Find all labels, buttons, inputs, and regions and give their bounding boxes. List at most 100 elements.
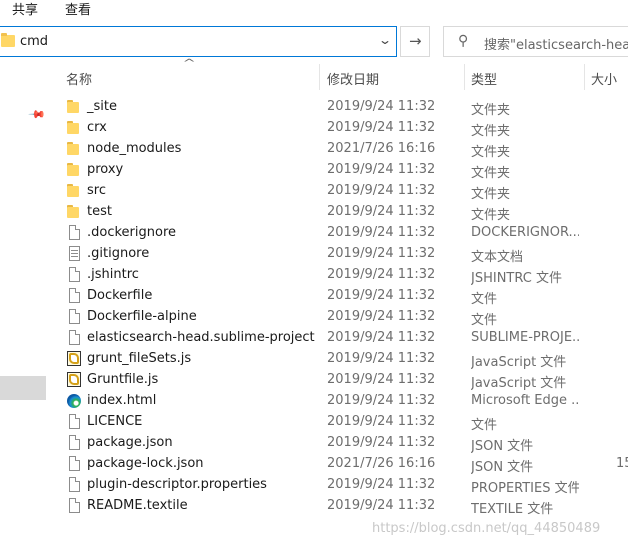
column-divider[interactable] <box>319 64 320 90</box>
file-row[interactable]: proxy 2019/9/24 11:32 文件夹 <box>46 159 628 181</box>
file-row[interactable]: package-lock.json 2021/7/26 16:16 JSON 文件 1… <box>46 453 628 475</box>
file-date: 2019/9/24 11:32 <box>327 351 436 366</box>
go-button[interactable]: → <box>400 26 430 57</box>
file-type: JavaScript 文件 <box>471 355 567 370</box>
ribbon-tab-view[interactable]: 查看 <box>65 0 91 18</box>
file-date: 2019/9/24 11:32 <box>327 267 436 282</box>
file-type: PROPERTIES 文件 <box>471 481 579 496</box>
file-name: .gitignore <box>87 246 150 261</box>
file-type: 文件夹 <box>471 124 511 139</box>
folder-icon <box>66 99 82 115</box>
file-name: Dockerfile-alpine <box>87 309 197 324</box>
file-size: 15 <box>616 456 628 471</box>
file-row[interactable]: .jshintrc 2019/9/24 11:32 JSHINTRC 文件 <box>46 264 628 286</box>
file-date: 2019/9/24 11:32 <box>327 99 436 114</box>
file-name: proxy <box>87 162 124 177</box>
file-row[interactable]: Dockerfile 2019/9/24 11:32 文件 <box>46 285 628 307</box>
file-date: 2019/9/24 11:32 <box>327 225 436 240</box>
file-name: crx <box>87 120 107 135</box>
file-row[interactable]: src 2019/9/24 11:32 文件夹 <box>46 180 628 202</box>
column-type[interactable]: 类型 <box>471 69 497 88</box>
file-row[interactable]: elasticsearch-head.sublime-project 2019/9… <box>46 327 628 348</box>
column-header: ^ 名称 修改日期 类型 大小 <box>46 58 628 92</box>
search-box[interactable]: ⚲ 搜索"elasticsearch-head-m <box>443 26 628 57</box>
file-icon <box>66 477 82 493</box>
file-date: 2019/9/24 11:32 <box>327 477 436 492</box>
file-row[interactable]: plugin-descriptor.properties 2019/9/24 11… <box>46 474 628 496</box>
file-date: 2019/9/24 11:32 <box>327 330 436 345</box>
folder-icon <box>66 183 82 199</box>
file-date: 2019/9/24 11:32 <box>327 162 436 177</box>
address-bar[interactable]: cmd ⌄ <box>0 26 397 57</box>
column-size[interactable]: 大小 <box>591 69 617 88</box>
file-date: 2021/7/26 16:16 <box>327 456 436 471</box>
file-name: package.json <box>87 435 173 450</box>
folder-icon <box>66 204 82 220</box>
file-name: .dockerignore <box>87 225 177 240</box>
file-name: src <box>87 183 106 198</box>
file-name: _site <box>87 99 117 114</box>
file-type: JSON 文件 <box>471 460 534 475</box>
column-divider[interactable] <box>584 64 585 90</box>
file-name: test <box>87 204 112 219</box>
file-row[interactable]: _site 2019/9/24 11:32 文件夹 <box>46 96 628 118</box>
nav-selected-item[interactable] <box>0 376 46 400</box>
pin-icon[interactable]: 📌 <box>27 105 46 124</box>
file-icon <box>66 288 82 304</box>
file-type: 文件 <box>471 313 498 328</box>
search-placeholder: 搜索"elasticsearch-head-m <box>484 38 628 53</box>
file-type: 文件 <box>471 292 498 307</box>
file-row[interactable]: Dockerfile-alpine 2019/9/24 11:32 文件 <box>46 306 628 328</box>
file-date: 2019/9/24 11:32 <box>327 246 436 261</box>
ribbon-tab-share[interactable]: 共享 <box>12 0 38 18</box>
file-date: 2019/9/24 11:32 <box>327 288 436 303</box>
folder-icon <box>66 141 82 157</box>
file-name: Dockerfile <box>87 288 153 303</box>
file-name: .jshintrc <box>87 267 139 282</box>
file-name: grunt_fileSets.js <box>87 351 192 366</box>
file-name: node_modules <box>87 141 182 156</box>
file-name: README.textile <box>87 498 188 513</box>
file-date: 2019/9/24 11:32 <box>327 372 436 387</box>
file-row[interactable]: .gitignore 2019/9/24 11:32 文本文档 <box>46 243 628 265</box>
column-name[interactable]: 名称 <box>66 69 92 88</box>
file-row[interactable]: package.json 2019/9/24 11:32 JSON 文件 <box>46 432 628 454</box>
arrow-right-icon: → <box>409 32 422 50</box>
chevron-down-icon[interactable]: ⌄ <box>378 33 392 47</box>
file-icon <box>66 414 82 430</box>
file-row[interactable]: crx 2019/9/24 11:32 文件夹 <box>46 117 628 139</box>
file-row[interactable]: README.textile 2019/9/24 11:32 TEXTILE 文件 <box>46 495 628 517</box>
file-type: 文本文档 <box>471 250 524 265</box>
file-icon <box>66 267 82 283</box>
column-divider[interactable] <box>464 64 465 90</box>
file-date: 2019/9/24 11:32 <box>327 435 436 450</box>
file-date: 2019/9/24 11:32 <box>327 414 436 429</box>
file-row[interactable]: test 2019/9/24 11:32 文件夹 <box>46 201 628 223</box>
file-name: plugin-descriptor.properties <box>87 477 267 492</box>
file-icon <box>66 435 82 451</box>
file-row[interactable]: grunt_fileSets.js 2019/9/24 11:32 JavaScri… <box>46 348 628 370</box>
file-type: 文件 <box>471 418 498 433</box>
search-icon: ⚲ <box>458 33 469 49</box>
address-path: cmd <box>20 34 49 49</box>
javascript-file-icon <box>66 372 82 388</box>
folder-icon <box>66 162 82 178</box>
file-row[interactable]: node_modules 2021/7/26 16:16 文件夹 <box>46 138 628 160</box>
text-file-icon <box>66 246 82 262</box>
file-row[interactable]: index.html 2019/9/24 11:32 Microsoft Edge … <box>46 390 628 411</box>
file-row[interactable]: Gruntfile.js 2019/9/24 11:32 JavaScript 文件 <box>46 369 628 391</box>
file-type: JSHINTRC 文件 <box>471 271 562 286</box>
column-date[interactable]: 修改日期 <box>327 69 379 88</box>
folder-icon <box>1 33 15 47</box>
file-row[interactable]: .dockerignore 2019/9/24 11:32 DOCKERIGNOR.… <box>46 222 628 243</box>
file-type: DOCKERIGNOR... <box>471 225 579 240</box>
file-date: 2019/9/24 11:32 <box>327 498 436 513</box>
file-icon <box>66 498 82 514</box>
javascript-file-icon <box>66 351 82 367</box>
file-name: package-lock.json <box>87 456 204 471</box>
folder-icon <box>66 120 82 136</box>
file-type: 文件夹 <box>471 103 511 118</box>
file-icon <box>66 330 82 346</box>
file-row[interactable]: LICENCE 2019/9/24 11:32 文件 <box>46 411 628 433</box>
file-date: 2019/9/24 11:32 <box>327 204 436 219</box>
